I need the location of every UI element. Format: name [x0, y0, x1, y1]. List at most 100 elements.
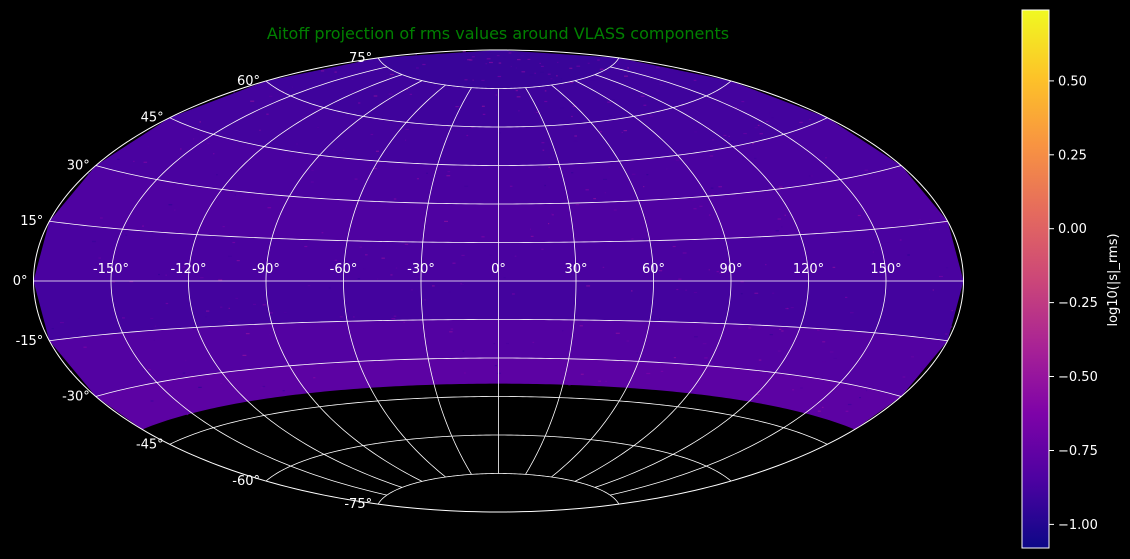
speckle	[779, 328, 782, 330]
speckle	[198, 386, 202, 388]
speckle	[696, 384, 700, 386]
speckle	[643, 186, 645, 188]
speckle	[464, 372, 466, 374]
speckle	[945, 333, 948, 335]
speckle	[603, 178, 607, 180]
speckle	[328, 287, 331, 289]
speckle	[623, 130, 627, 132]
speckle	[636, 352, 639, 354]
speckle	[99, 217, 103, 219]
chart-title: Aitoff projection of rms values around V…	[267, 24, 729, 43]
speckle	[307, 285, 311, 287]
speckle	[604, 192, 606, 194]
speckle	[432, 285, 435, 287]
colorbar-tick-label: 0.25	[1058, 148, 1087, 163]
speckle	[678, 278, 682, 280]
speckle	[78, 317, 80, 319]
speckle	[133, 160, 135, 162]
speckle	[560, 78, 563, 80]
speckle	[460, 283, 463, 285]
speckle	[872, 251, 874, 253]
speckle	[575, 204, 580, 206]
speckle	[781, 226, 783, 228]
speckle	[422, 63, 426, 66]
speckle	[579, 325, 583, 327]
speckle	[486, 58, 491, 60]
speckle	[754, 292, 759, 294]
speckle	[498, 62, 502, 64]
speckle	[649, 115, 654, 117]
speckle	[784, 214, 786, 216]
speckle	[472, 79, 474, 81]
speckle	[817, 410, 821, 412]
speckle	[646, 174, 649, 176]
speckle	[266, 113, 269, 115]
speckle	[444, 220, 448, 222]
speckle	[576, 65, 581, 67]
speckle	[253, 303, 256, 305]
speckle	[316, 108, 321, 110]
speckle	[228, 307, 230, 309]
speckle	[938, 275, 943, 278]
longitude-tick-label: -120°	[170, 262, 206, 277]
speckle	[236, 260, 240, 262]
speckle	[709, 155, 714, 157]
speckle	[485, 63, 488, 65]
longitude-tick-label: 120°	[793, 262, 824, 277]
speckle	[693, 79, 697, 81]
speckle	[147, 369, 151, 371]
speckle	[682, 252, 687, 254]
speckle	[142, 225, 144, 227]
speckle	[769, 112, 771, 114]
speckle	[482, 113, 486, 115]
longitude-tick-label: -30°	[407, 262, 435, 277]
speckle	[493, 343, 495, 345]
speckle	[465, 55, 469, 57]
speckle	[541, 142, 545, 144]
speckle	[530, 235, 534, 237]
speckle	[340, 153, 345, 155]
speckle	[529, 74, 534, 76]
speckle	[282, 390, 285, 392]
speckle	[114, 236, 116, 238]
latitude-tick-label: 30°	[67, 159, 90, 174]
speckle	[643, 238, 647, 240]
speckle	[542, 149, 545, 151]
speckle	[887, 242, 890, 244]
latitude-tick-label: -30°	[62, 390, 90, 405]
speckle	[859, 397, 861, 399]
speckle	[775, 230, 779, 232]
speckle	[708, 214, 711, 216]
speckle	[899, 239, 902, 241]
speckle	[165, 302, 169, 305]
speckle	[424, 299, 426, 301]
speckle	[916, 197, 919, 199]
speckle	[845, 296, 848, 298]
speckle	[395, 267, 398, 269]
speckle	[857, 214, 861, 217]
speckle	[562, 330, 564, 332]
speckle	[339, 316, 343, 318]
speckle	[448, 291, 451, 293]
speckle	[391, 318, 396, 320]
speckle	[587, 62, 590, 64]
speckle	[765, 120, 769, 122]
speckle	[497, 132, 501, 134]
speckle	[220, 383, 223, 385]
speckle	[656, 67, 661, 69]
speckle	[911, 356, 914, 358]
speckle	[694, 131, 698, 133]
speckle	[514, 255, 517, 257]
speckle	[748, 327, 752, 329]
speckle	[627, 67, 629, 69]
speckle	[168, 204, 173, 206]
speckle	[640, 95, 645, 97]
speckle	[446, 175, 451, 177]
speckle	[180, 148, 182, 150]
speckle	[403, 321, 406, 323]
longitude-tick-label: 150°	[870, 262, 901, 277]
speckle	[593, 198, 596, 200]
speckle	[481, 236, 485, 238]
speckle	[117, 158, 120, 160]
speckle	[192, 138, 195, 140]
